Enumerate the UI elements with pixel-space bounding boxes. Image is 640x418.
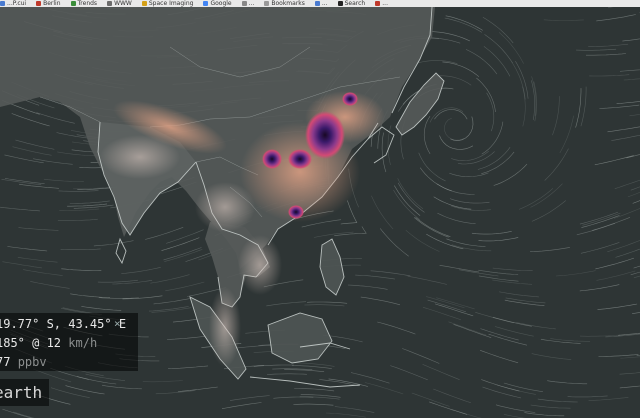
bookmark-label: Berlin — [43, 0, 61, 7]
bookmark-label: ... — [382, 0, 388, 7]
close-icon[interactable]: × — [114, 317, 121, 330]
bookmark-label: ...P.cui — [7, 0, 27, 7]
bookmark-favicon-icon — [107, 1, 113, 6]
earth-menu-button[interactable]: earth — [0, 379, 49, 406]
bookmark-label: Trends — [77, 0, 98, 7]
location-row: 19.77° S, 43.45° E — [0, 315, 126, 333]
bookmark-item[interactable]: ... — [241, 0, 255, 7]
bookmark-item[interactable]: WWW — [107, 0, 132, 7]
bookmark-favicon-icon — [314, 1, 320, 6]
overlay-value: 77 — [0, 355, 11, 369]
bookmark-label: ... — [321, 0, 328, 7]
bookmark-item[interactable]: Google — [203, 0, 232, 7]
overlay-unit[interactable]: ppbv — [18, 355, 47, 369]
wind-row: 185° @ 12 km/h — [0, 334, 97, 352]
bookmark-favicon-icon — [36, 1, 42, 6]
bookmark-favicon-icon — [70, 1, 76, 6]
bookmark-item[interactable]: Search — [337, 0, 366, 7]
bookmark-item[interactable]: Berlin — [36, 0, 61, 7]
bookmark-label: Bookmarks — [271, 0, 305, 7]
wind-value: 185° @ 12 — [0, 336, 62, 350]
location-readout-panel: 19.77° S, 43.45° E × 185° @ 12 km/h 77 p… — [0, 313, 138, 371]
bookmark-item[interactable]: Space Imaging — [141, 0, 194, 7]
bookmark-label: Space Imaging — [148, 0, 194, 7]
bookmark-favicon-icon — [241, 1, 247, 6]
bookmark-favicon-icon — [141, 1, 147, 6]
location-coordinates: 19.77° S, 43.45° E — [0, 317, 127, 331]
bookmark-item[interactable]: ... — [375, 0, 388, 7]
bookmark-label: Search — [344, 0, 366, 7]
earth-menu-label: earth — [0, 383, 43, 402]
bookmark-item[interactable]: ... — [314, 0, 328, 7]
bookmark-favicon-icon — [375, 1, 381, 6]
bookmark-favicon-icon — [264, 1, 270, 6]
bookmark-label: WWW — [114, 0, 132, 7]
bookmark-label: Google — [210, 0, 232, 7]
bookmark-item[interactable]: ...P.cui — [0, 0, 26, 7]
bookmark-favicon-icon — [203, 1, 209, 6]
bookmark-favicon-icon — [337, 1, 343, 6]
bookmark-item[interactable]: Trends — [70, 0, 98, 7]
bookmark-favicon-icon — [0, 1, 5, 6]
bookmark-item[interactable]: Bookmarks — [264, 0, 305, 7]
overlay-row: 77 ppbv — [0, 353, 47, 371]
wind-unit[interactable]: km/h — [68, 336, 97, 350]
bookmark-label: ... — [248, 0, 255, 7]
